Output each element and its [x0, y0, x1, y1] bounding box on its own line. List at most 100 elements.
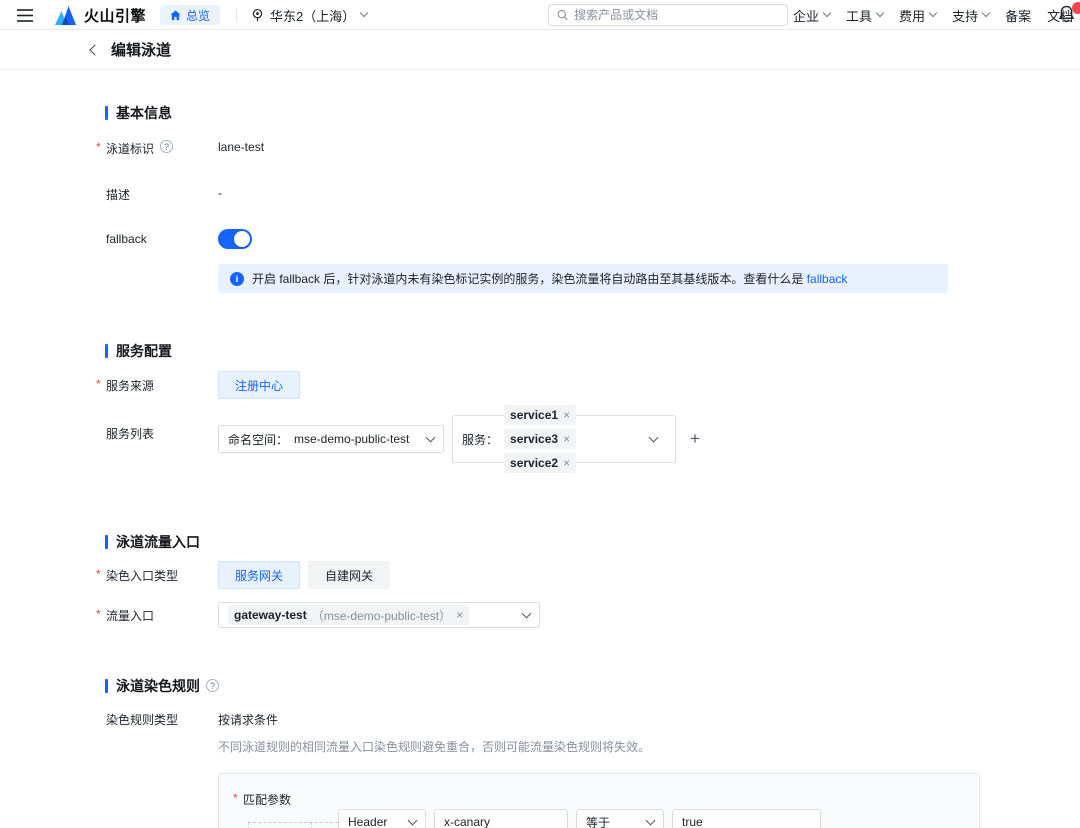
dye-rule-card: * 匹配参数 Header 等于	[218, 773, 980, 828]
menu-tools[interactable]: 工具	[846, 6, 885, 25]
lane-id-label: 泳道标识	[106, 142, 155, 156]
param-type-select[interactable]: Header	[338, 809, 426, 828]
section-title: 服务配置	[116, 342, 172, 359]
fallback-toggle[interactable]	[218, 229, 252, 249]
top-navigation-bar: 火山引擎 总览 华东2（上海） 企业 工具	[0, 0, 1080, 30]
rule-type-label: 染色规则类型	[106, 713, 179, 727]
chevron-left-icon	[89, 43, 101, 56]
registry-center-button[interactable]: 注册中心	[218, 371, 301, 399]
chevron-down-icon	[648, 432, 659, 442]
field-entry-type: * 染色入口类型 服务网关 自建网关	[96, 561, 1080, 589]
help-icon[interactable]: ?	[160, 140, 174, 153]
section-lane-dye-rules: 泳道染色规则 ?	[105, 677, 1080, 694]
chevron-down-icon	[928, 8, 938, 18]
namespace-select[interactable]: 命名空间： mse-demo-public-test	[218, 425, 444, 453]
page-title: 编辑泳道	[111, 42, 172, 59]
operator-select[interactable]: 等于	[576, 809, 664, 828]
chevron-down-icon	[521, 608, 532, 618]
chevron-down-icon	[822, 8, 832, 18]
services-multiselect[interactable]: 服务： service1 × service3 × service2 ×	[452, 405, 676, 473]
tag-remove-icon[interactable]: ×	[456, 609, 463, 621]
volcengine-logo[interactable]: 火山引擎	[54, 5, 146, 26]
section-accent-bar	[105, 678, 108, 693]
menu-icp[interactable]: 备案	[1005, 6, 1031, 25]
search-icon	[557, 10, 568, 21]
notification-badge	[1072, 2, 1080, 14]
description-label: 描述	[106, 188, 131, 202]
fallback-info-banner: i 开启 fallback 后，针对泳道内未有染色标记实例的服务，染色流量将自动…	[218, 264, 948, 293]
namespace-value: mse-demo-public-test	[294, 432, 410, 446]
fallback-info-text: 开启 fallback 后，针对泳道内未有染色标记实例的服务，染色流量将自动路由…	[252, 272, 804, 286]
namespace-label: 命名空间：	[228, 432, 289, 447]
condition-connector	[311, 822, 312, 828]
chevron-down-icon	[360, 8, 369, 18]
service-list-label: 服务列表	[106, 427, 155, 441]
tag-remove-icon[interactable]: ×	[563, 457, 570, 469]
section-basic-info: 基本信息	[105, 104, 1080, 121]
gateway-tag: gateway-test （mse-demo-public-test） ×	[228, 605, 470, 625]
location-pin-icon	[252, 8, 263, 21]
brand-name: 火山引擎	[84, 7, 147, 25]
info-icon: i	[230, 271, 244, 286]
field-fallback: * fallback	[96, 229, 1080, 249]
chevron-down-icon	[645, 815, 656, 825]
page-header: 编辑泳道	[0, 30, 1080, 70]
service-tag: service2 ×	[504, 453, 577, 473]
section-title: 泳道流量入口	[116, 533, 200, 550]
search-input[interactable]	[574, 8, 779, 22]
region-label: 华东2（上海）	[270, 8, 356, 24]
service-tag: service1 ×	[504, 405, 577, 425]
param-key-input[interactable]	[434, 809, 568, 828]
services-label: 服务：	[462, 432, 499, 447]
field-rule-type: * 染色规则类型 按请求条件	[96, 711, 1080, 728]
chevron-down-icon	[407, 815, 418, 825]
service-source-label: 服务来源	[106, 378, 155, 393]
field-lane-id: * 泳道标识 ? lane-test	[96, 140, 1080, 157]
menu-enterprise[interactable]: 企业	[793, 6, 832, 25]
entry-type-self-built-gateway[interactable]: 自建网关	[308, 561, 391, 589]
add-service-row-button[interactable]: +	[690, 429, 700, 463]
lane-id-value: lane-test	[218, 140, 265, 154]
global-search[interactable]	[548, 4, 788, 26]
menu-billing[interactable]: 费用	[899, 6, 938, 25]
toggle-knob	[234, 231, 250, 247]
help-icon[interactable]: ?	[206, 679, 219, 692]
rule-type-value: 按请求条件	[218, 713, 279, 727]
chevron-down-icon	[875, 8, 885, 18]
hamburger-menu-icon[interactable]	[10, 0, 40, 30]
section-accent-bar	[105, 534, 108, 549]
fallback-info-link[interactable]: fallback	[807, 272, 848, 286]
section-title: 基本信息	[116, 104, 172, 121]
service-tag: service3 ×	[504, 429, 577, 449]
condition-row: Header 等于	[338, 809, 821, 828]
tag-remove-icon[interactable]: ×	[563, 433, 570, 445]
tag-remove-icon[interactable]: ×	[563, 409, 570, 421]
field-service-source: * 服务来源 注册中心	[96, 371, 1080, 399]
section-accent-bar	[105, 105, 108, 120]
region-selector[interactable]: 华东2（上海）	[251, 6, 369, 25]
description-value: -	[218, 186, 222, 200]
fallback-label: fallback	[106, 232, 147, 246]
overview-nav-pill[interactable]: 总览	[160, 5, 221, 25]
divider	[236, 8, 238, 22]
back-button[interactable]	[84, 39, 106, 61]
condition-connector	[248, 822, 338, 823]
entry-type-service-gateway[interactable]: 服务网关	[218, 561, 301, 589]
section-accent-bar	[105, 343, 108, 358]
notification-bell-icon[interactable]	[1058, 2, 1080, 27]
rule-hint-text: 不同泳道规则的相同流量入口染色规则避免重合，否则可能流量染色规则将失效。	[218, 740, 651, 754]
menu-support[interactable]: 支持	[952, 6, 991, 25]
overview-label: 总览	[186, 8, 211, 23]
traffic-entry-select[interactable]: gateway-test （mse-demo-public-test） ×	[218, 602, 540, 628]
match-params-label: 匹配参数	[243, 793, 292, 807]
field-description: * 描述 -	[96, 186, 1080, 203]
field-service-list: * 服务列表 命名空间： mse-demo-public-test 服务： se…	[96, 405, 1080, 473]
required-mark: *	[96, 140, 101, 154]
section-title: 泳道染色规则	[116, 677, 200, 694]
param-value-input[interactable]	[672, 809, 821, 828]
condition-connector	[248, 822, 249, 828]
chevron-down-icon	[425, 432, 436, 442]
traffic-entry-label: 流量入口	[106, 608, 155, 623]
field-traffic-entry: * 流量入口 gateway-test （mse-demo-public-tes…	[96, 602, 1080, 628]
entry-type-label: 染色入口类型	[106, 568, 179, 583]
